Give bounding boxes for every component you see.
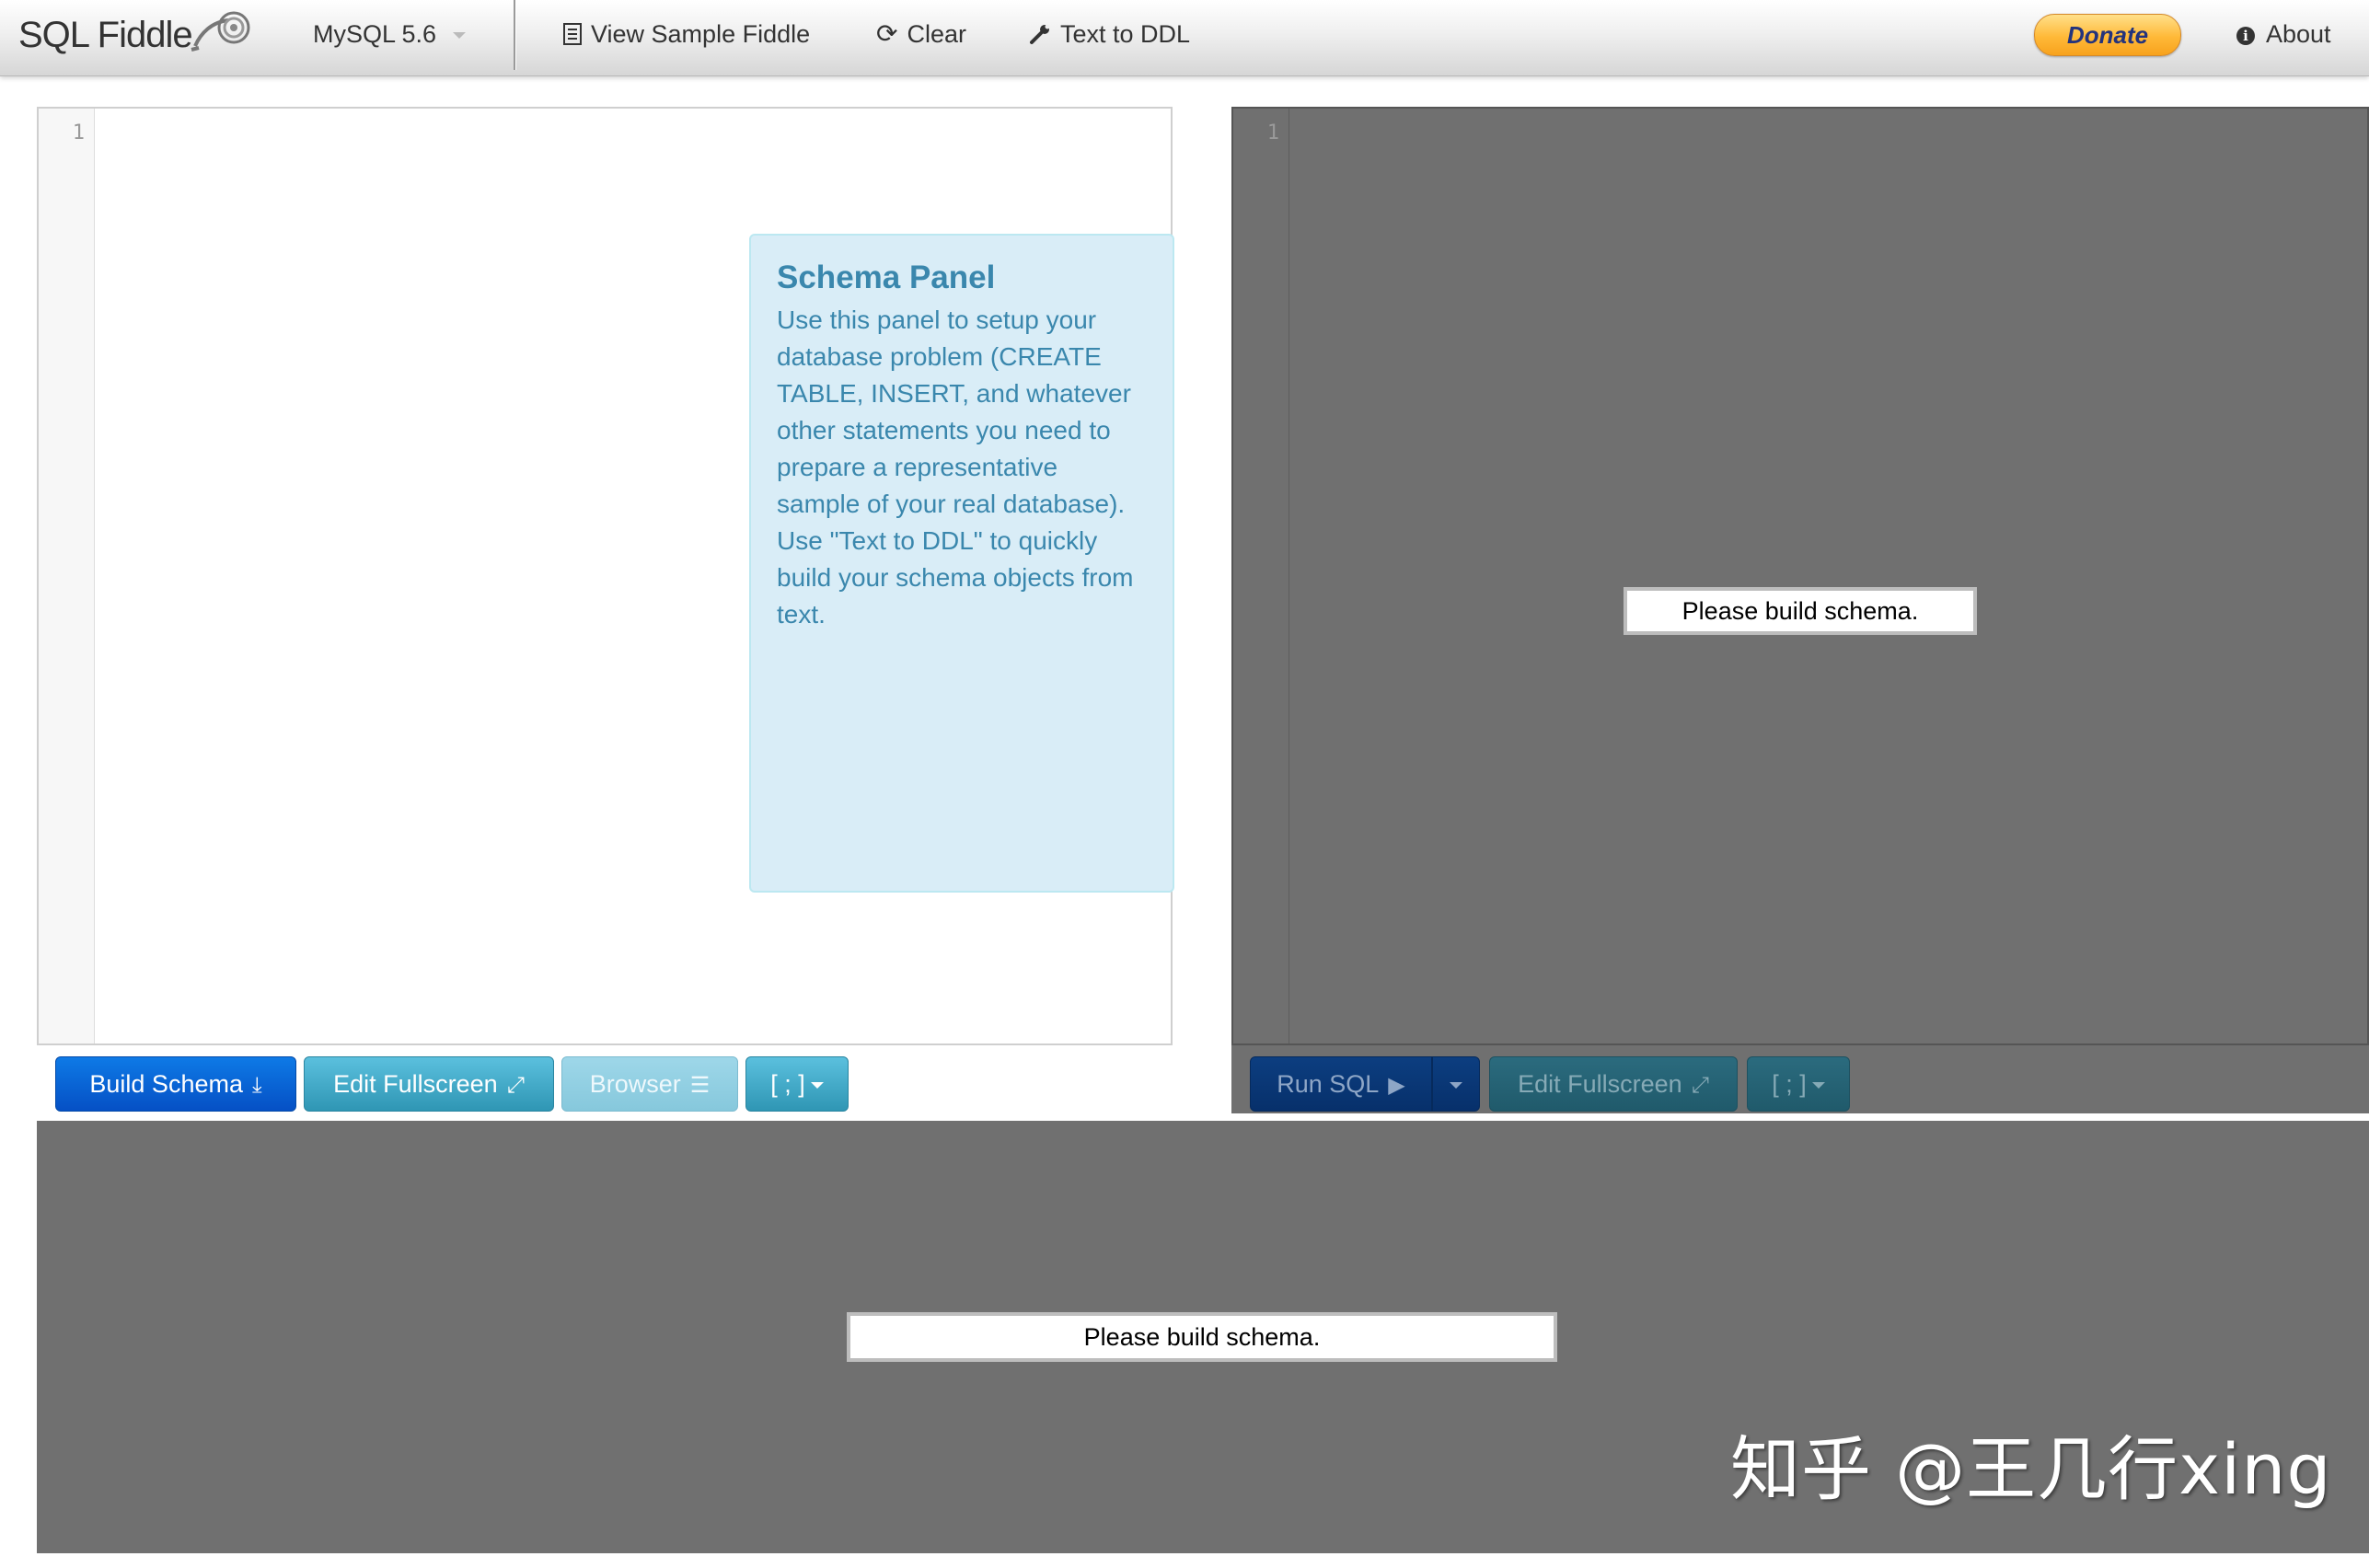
db-version-dropdown[interactable]: MySQL 5.6: [313, 0, 466, 70]
caret-down-icon: [1450, 1082, 1462, 1090]
schema-terminator-label: [ ; ]: [770, 1070, 805, 1098]
refresh-icon: ⟳: [876, 19, 898, 48]
text-to-ddl-label: Text to DDL: [1060, 20, 1191, 48]
query-terminator-dropdown[interactable]: [ ; ]: [1747, 1056, 1850, 1112]
chevron-down-icon: [452, 32, 466, 40]
run-sql-label: Run SQL: [1277, 1070, 1380, 1098]
about-label: About: [2266, 20, 2331, 48]
schema-line-gutter: 1: [39, 109, 95, 1043]
fullscreen-icon: ⤢: [506, 1073, 525, 1098]
clear-link[interactable]: ⟳ Clear: [876, 0, 966, 70]
browser-label: Browser: [589, 1070, 681, 1098]
navbar-divider: [514, 0, 515, 70]
clear-label: Clear: [907, 20, 966, 48]
run-sql-button[interactable]: Run SQL ▶: [1250, 1056, 1432, 1112]
results-build-schema-message: Please build schema.: [847, 1312, 1557, 1362]
wrench-icon: [1030, 24, 1050, 44]
fullscreen-icon: ⤢: [1691, 1073, 1709, 1098]
play-icon: ▶: [1388, 1073, 1405, 1098]
schema-edit-fullscreen-button[interactable]: Edit Fullscreen ⤢: [304, 1056, 554, 1112]
caret-down-icon: [1811, 1082, 1825, 1090]
db-version-label: MySQL 5.6: [313, 20, 437, 48]
build-schema-label: Build Schema: [89, 1070, 243, 1098]
browser-button[interactable]: Browser ☰: [561, 1056, 738, 1112]
tree-icon: ☰: [689, 1073, 711, 1098]
info-icon: i: [2236, 27, 2255, 45]
top-navbar: SQL Fiddle MySQL 5.6 View Sample Fiddle …: [0, 0, 2369, 76]
schema-editor[interactable]: 1 Schema Panel Use this panel to setup y…: [37, 107, 1174, 1045]
brand-title[interactable]: SQL Fiddle: [18, 0, 193, 75]
donate-button[interactable]: Donate: [2034, 14, 2181, 56]
download-icon: ⤓: [251, 1073, 262, 1098]
schema-help-panel: Schema Panel Use this panel to setup you…: [749, 234, 1174, 893]
list-icon: [563, 23, 582, 45]
about-link[interactable]: i About: [2236, 0, 2331, 70]
query-edit-fullscreen-label: Edit Fullscreen: [1518, 1070, 1682, 1098]
text-to-ddl-link[interactable]: Text to DDL: [1029, 0, 1190, 70]
run-sql-dropdown[interactable]: [1432, 1056, 1480, 1112]
query-line-number: 1: [1266, 121, 1279, 144]
schema-edit-fullscreen-label: Edit Fullscreen: [333, 1070, 498, 1098]
schema-help-text: Use this panel to setup your database pr…: [777, 306, 1134, 628]
caret-down-icon: [810, 1082, 824, 1090]
view-sample-fiddle-label: View Sample Fiddle: [591, 20, 811, 48]
schema-help-title: Schema Panel: [777, 259, 996, 295]
schema-terminator-dropdown[interactable]: [ ; ]: [745, 1056, 849, 1112]
schema-line-number: 1: [72, 121, 85, 144]
query-edit-fullscreen-button[interactable]: Edit Fullscreen ⤢: [1489, 1056, 1738, 1112]
build-schema-button[interactable]: Build Schema ⤓: [55, 1056, 296, 1112]
view-sample-fiddle-link[interactable]: View Sample Fiddle: [563, 0, 810, 70]
query-terminator-label: [ ; ]: [1772, 1070, 1807, 1098]
query-editor[interactable]: 1 Please build schema.: [1231, 107, 2369, 1045]
query-line-gutter: 1: [1233, 109, 1289, 1043]
query-build-schema-message: Please build schema.: [1624, 587, 1977, 635]
watermark-text: 知乎 @王几行xing: [1730, 1428, 2332, 1510]
fiddle-logo-icon: [191, 11, 250, 52]
